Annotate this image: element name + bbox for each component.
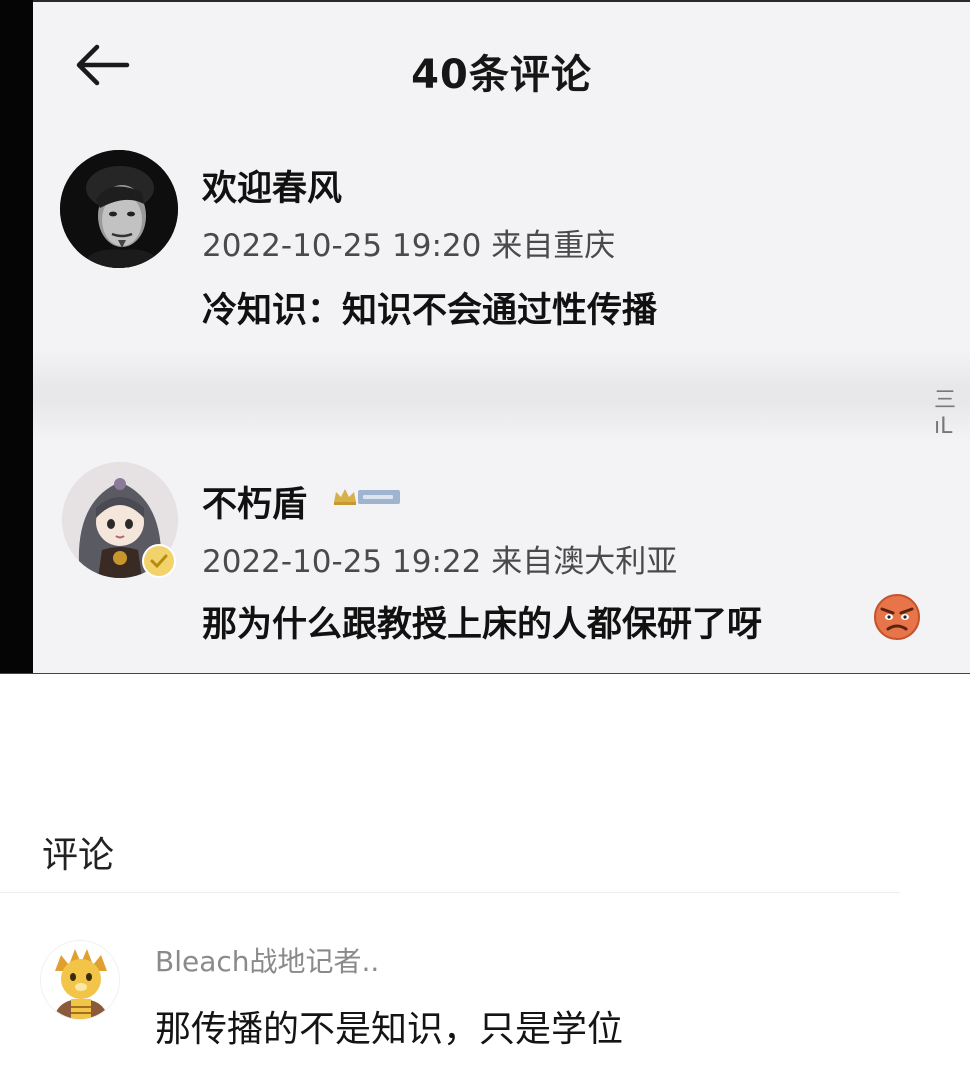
comment-separator: [33, 350, 970, 440]
section-divider: [0, 892, 900, 893]
comment-username[interactable]: Bleach战地记者..: [155, 940, 379, 980]
comment-count-title: 40条评论: [411, 52, 592, 98]
comment-text-1: 冷知识：知识不会通过性传播: [202, 291, 658, 331]
comment-meta-2: 2022-10-25 19:22 来自澳大利亚: [202, 544, 678, 580]
embedded-screenshot: 40条评论 欢迎春风 2022-10-25 19:20 来自重庆 冷知识：知识不…: [0, 0, 970, 674]
side-edge-glyph: 三ıL: [934, 388, 957, 439]
comment-text: 那传播的不是知识，只是学位: [155, 1009, 624, 1050]
member-badge-icon: [334, 489, 400, 505]
left-black-bar: [0, 0, 33, 673]
lion-cartoon-avatar-icon: [41, 941, 119, 1019]
comment-meta-1: 2022-10-25 19:20 来自重庆: [202, 228, 616, 264]
man-portrait-avatar-icon: [60, 150, 178, 268]
top-border-line: [33, 0, 970, 2]
comment-avatar[interactable]: [40, 940, 120, 1020]
commenter-name-1[interactable]: 欢迎春风: [202, 160, 342, 211]
comments-section-title: 评论: [42, 835, 115, 876]
commenter-name-2[interactable]: 不朽盾: [202, 476, 307, 527]
verified-badge-icon: [142, 544, 176, 578]
comment-text-2: 那为什么跟教授上床的人都保研了呀: [202, 605, 763, 645]
angry-face-emoji-icon: [874, 594, 920, 640]
commenter-avatar-1[interactable]: [60, 150, 178, 268]
